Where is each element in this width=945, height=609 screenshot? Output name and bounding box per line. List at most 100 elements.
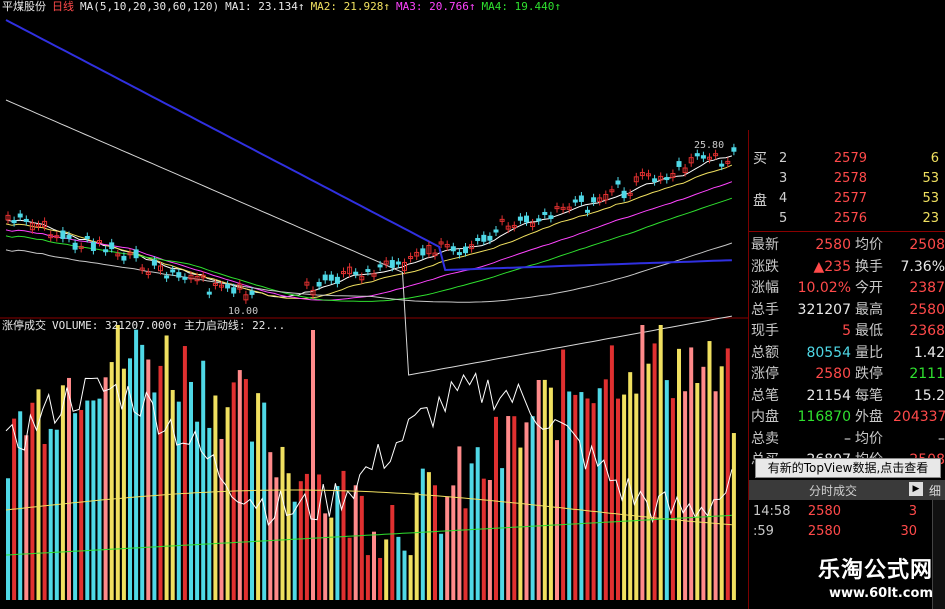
volume-bar: [304, 473, 309, 600]
candle: [72, 242, 78, 250]
ma-line: [5, 19, 732, 272]
candle: [652, 178, 658, 183]
volume-bar: [207, 427, 212, 600]
candle: [249, 290, 255, 295]
volume-bar: [292, 501, 297, 600]
volume-bar: [640, 325, 645, 600]
candle: [395, 261, 401, 265]
volume-bar: [658, 325, 663, 600]
candle: [322, 274, 328, 281]
volume-bar: [707, 341, 712, 600]
candle: [572, 199, 578, 203]
volume-bar: [506, 416, 511, 600]
volume-bar: [359, 495, 364, 600]
order-row[interactable]: 4 2577 53: [749, 188, 945, 210]
candle: [731, 147, 737, 152]
tab-ticks[interactable]: 分时成交: [809, 482, 857, 499]
candle: [206, 291, 212, 295]
tick-row: 14:58 2580 3: [753, 504, 917, 519]
candle: [176, 272, 182, 278]
volume-bar: [109, 362, 114, 600]
order-row[interactable]: 5 2576 23: [749, 208, 945, 230]
ma-line: [5, 155, 733, 298]
volume-bar: [487, 480, 492, 600]
candle: [542, 211, 548, 215]
volume-bar: [603, 379, 608, 600]
quote-panel: 买 盘 2 2579 6 3 2578 53 4 2577 53 5 2576 23 最新 258…: [748, 130, 945, 609]
kline-chart-area[interactable]: [0, 0, 748, 609]
volume-bar: [481, 478, 486, 600]
volume-bar: [695, 383, 700, 600]
volume-bar: [408, 555, 413, 600]
ma-line: [5, 99, 732, 376]
volume-bar: [652, 343, 657, 600]
volume-bar: [134, 329, 139, 600]
volume-bar: [24, 435, 29, 600]
candle: [591, 197, 597, 203]
volume-bar: [555, 440, 559, 600]
volume-bar: [378, 557, 383, 600]
candle: [17, 213, 23, 218]
tick-row: :59 2580 30: [753, 524, 917, 539]
volume-bar: [30, 402, 35, 600]
candle: [456, 252, 462, 256]
candle: [365, 269, 371, 273]
volume-bar: [591, 403, 596, 600]
volume-bar: [97, 398, 102, 600]
watermark-title: 乐淘公式网: [817, 558, 933, 583]
volume-bar: [396, 536, 401, 600]
price-low-label: 10.00: [228, 306, 259, 317]
topview-notice[interactable]: 有新的TopView数据,点击查看: [755, 458, 941, 478]
candle: [353, 271, 359, 275]
volume-bar: [713, 391, 718, 600]
volume-bar: [439, 533, 444, 600]
volume-bar: [18, 411, 23, 600]
volume-bar: [347, 537, 352, 600]
quote-row: 涨停 2580 跌停 2111: [751, 366, 945, 382]
candle: [694, 153, 700, 157]
order-row[interactable]: 2 2579 6: [749, 148, 945, 170]
volume-bar: [243, 379, 248, 600]
play-arrow-icon[interactable]: ▶: [909, 482, 923, 496]
order-book: 买 盘 2 2579 6 3 2578 53 4 2577 53 5 2576 23: [749, 130, 945, 230]
tab-detail[interactable]: 细: [929, 482, 941, 499]
volume-bar: [469, 463, 474, 600]
period-label[interactable]: 日线: [52, 0, 74, 13]
watermark: 乐淘公式网 www.60lt.com: [818, 552, 933, 601]
volume-bar: [219, 438, 224, 600]
quote-row: 总手 321207 最高 2580: [751, 301, 945, 318]
volume-bar: [414, 492, 419, 600]
candle: [450, 246, 456, 252]
chart-canvas[interactable]: [0, 0, 748, 609]
candle: [231, 287, 237, 294]
volume-bar: [524, 422, 529, 600]
volume-bar: [573, 394, 578, 600]
candle: [524, 215, 529, 223]
watermark-url: www.60lt.com: [828, 586, 933, 601]
ticks-tab-bar: 分时成交 ▶ 细: [749, 480, 945, 500]
order-row[interactable]: 3 2578 53: [749, 168, 945, 190]
candle: [11, 220, 17, 224]
candle: [621, 190, 627, 199]
volume-bar: [670, 398, 675, 600]
candle: [664, 177, 670, 181]
candle: [420, 248, 426, 256]
main-force-line-value: 主力启动线: 22...: [183, 319, 286, 332]
volume-bar: [54, 429, 59, 600]
volume-bar: [36, 389, 41, 600]
volume-bar: [536, 380, 541, 600]
candle: [377, 264, 383, 268]
volume-bar: [317, 474, 322, 600]
volume-bar: [274, 477, 279, 600]
ma-line: [5, 197, 733, 302]
quote-row: 涨跌 ▲235 换手 7.36%: [751, 258, 945, 275]
ma-definition: MA(5,10,20,30,60,120): [80, 0, 220, 13]
candle: [475, 237, 481, 241]
candle: [164, 275, 170, 279]
candle: [719, 163, 725, 167]
volume-bar: [42, 443, 47, 600]
volume-bar: [140, 344, 145, 600]
volume-bar: [176, 401, 181, 600]
ticks-scrollbar[interactable]: [932, 500, 945, 609]
volume-bar: [158, 365, 163, 600]
